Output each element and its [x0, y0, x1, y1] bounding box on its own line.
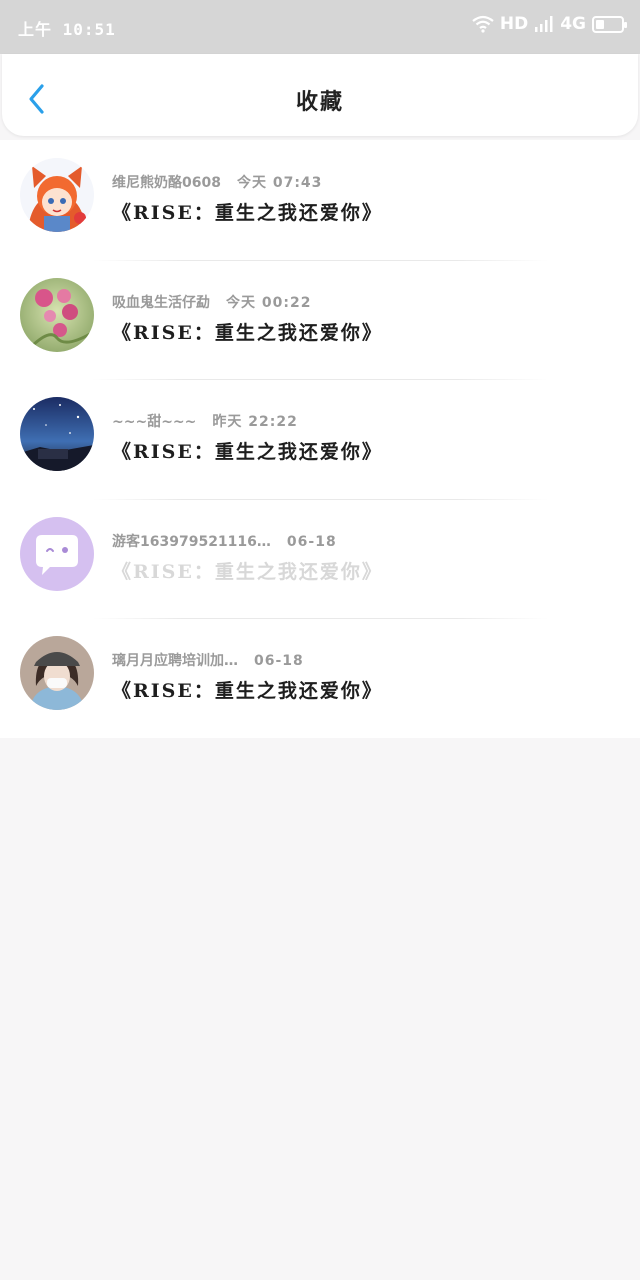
user-name: ~~~甜~~~ [112, 414, 197, 431]
favorite-time: 06-18 [286, 533, 337, 550]
signal-icon [535, 16, 553, 32]
status-indicators: HD 4G [472, 14, 627, 34]
favorite-time: 今天 07:43 [236, 175, 323, 191]
list-item[interactable]: ~~~甜~~~ 昨天 22:22 《RISE：重生之我还爱你》 [0, 379, 640, 499]
status-bar: 上午 10:51 HD 4G [0, 0, 640, 54]
favorites-list: 维尼熊奶酪0608 今天 07:43 《RISE：重生之我还爱你》 吸血鬼生活仔勐… [0, 140, 640, 738]
status-time: 上午 10:51 [18, 20, 116, 39]
list-item[interactable]: 维尼熊奶酪0608 今天 07:43 《RISE：重生之我还爱你》 [0, 140, 640, 260]
favorite-time: 昨天 22:22 [212, 414, 298, 431]
book-title: 《RISE：重生之我还爱你》 [112, 202, 383, 224]
favorite-time: 今天 00:22 [226, 294, 312, 311]
night-sky-avatar [20, 397, 94, 472]
book-title: 《RISE：重生之我还爱你》 [112, 321, 383, 344]
list-item[interactable]: 吸血鬼生活仔勐 今天 00:22 《RISE：重生之我还爱你》 [0, 259, 640, 380]
battery-icon [592, 15, 627, 33]
user-name: 吸血鬼生活仔勐 [112, 294, 210, 311]
default-chat-avatar [20, 516, 94, 591]
hd-indicator: HD [499, 14, 529, 34]
header-bar: 收藏 [2, 54, 638, 136]
user-name: 璃月月应聘培训加… [112, 653, 238, 670]
wifi-icon [472, 15, 494, 33]
page-title: 收藏 [295, 90, 344, 115]
flower-avatar [20, 277, 94, 352]
network-type: 4G [560, 14, 586, 34]
book-title: 《RISE：重生之我还爱你》 [112, 441, 383, 464]
cartoon-girl-avatar [20, 158, 94, 232]
user-name: 维尼熊奶酪0608 [112, 175, 221, 191]
list-item[interactable]: 璃月月应聘培训加… 06-18 《RISE：重生之我还爱你》 [0, 618, 640, 738]
book-title: 《RISE：重生之我还爱你》 [112, 560, 383, 583]
favorite-time: 06-18 [254, 653, 304, 670]
battery-level [596, 19, 604, 29]
girl-photo-avatar [20, 636, 94, 711]
list-item[interactable]: 游客163979521116… 06-18 《RISE：重生之我还爱你》 [0, 498, 640, 619]
user-name: 游客163979521116… [112, 533, 271, 550]
book-title: 《RISE：重生之我还爱你》 [112, 680, 383, 703]
